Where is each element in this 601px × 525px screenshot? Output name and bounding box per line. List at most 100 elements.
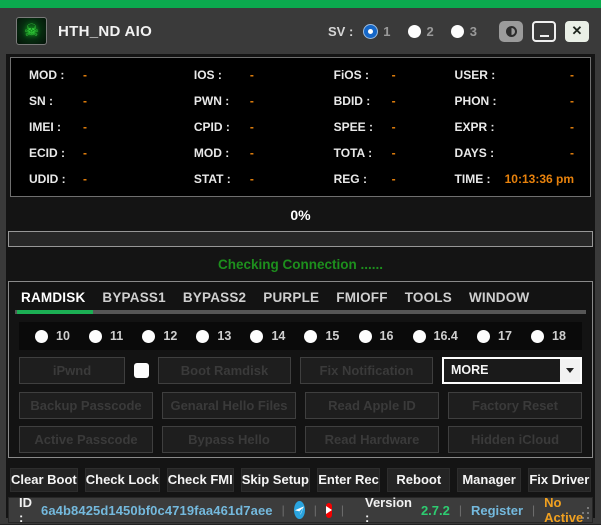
fix-driver-button[interactable]: Fix Driver <box>527 468 591 492</box>
read-hardware-button[interactable]: Read Hardware <box>305 426 439 453</box>
info-value-tota: - <box>391 146 396 160</box>
radio-icon <box>35 329 48 343</box>
active-tab-indicator <box>17 310 93 314</box>
app-skull-icon: ☠ <box>16 17 47 45</box>
info-row: PHON : - <box>455 94 574 108</box>
tab-purple[interactable]: PURPLE <box>263 290 319 305</box>
ios-radio-17-label: 17 <box>498 329 512 343</box>
read-apple-id-button[interactable]: Read Apple ID <box>305 392 439 419</box>
info-value-cpid: - <box>249 120 254 134</box>
ios-radio-15-label: 15 <box>325 329 340 343</box>
telegram-icon[interactable] <box>293 501 305 519</box>
ios-radio-11[interactable]: 11 <box>89 329 123 343</box>
ios-radio-13[interactable]: 13 <box>196 329 231 343</box>
tab-window[interactable]: WINDOW <box>469 290 529 305</box>
info-row: STAT : - <box>194 172 320 186</box>
more-dropdown[interactable]: MORE <box>442 357 582 384</box>
ios-radio-16[interactable]: 16 <box>358 329 394 343</box>
info-label-stat: STAT : <box>193 172 231 186</box>
sv-radio-2[interactable]: 2 <box>407 24 434 39</box>
check-lock-button[interactable]: Check Lock <box>84 468 160 492</box>
minimize-icon <box>539 34 549 37</box>
tab-ramdisk[interactable]: RAMDISK <box>21 290 85 305</box>
theme-toggle-button[interactable] <box>499 20 523 42</box>
separator: | <box>340 503 344 517</box>
theme-contrast-icon <box>505 25 517 37</box>
manager-button[interactable]: Manager <box>457 468 521 492</box>
dropdown-arrow-button[interactable] <box>560 359 580 382</box>
skip-setup-button[interactable]: Skip Setup <box>240 468 310 492</box>
connection-status-text: Checking Connection ...... <box>217 257 383 272</box>
info-value-expr: - <box>570 120 574 134</box>
info-value-sn: - <box>83 94 87 108</box>
genaral-hello-files-button[interactable]: Genaral Hello Files <box>162 392 296 419</box>
radio-icon <box>142 329 156 343</box>
factory-reset-button[interactable]: Factory Reset <box>448 392 582 419</box>
hwid-value: 6a4b8425d1450bf0c4719faa461d7aee <box>41 502 273 518</box>
tab-bypass1[interactable]: BYPASS1 <box>102 290 165 305</box>
fix-notification-button[interactable]: Fix Notification <box>300 357 433 384</box>
active-passcode-button[interactable]: Active Passcode <box>19 426 153 453</box>
tab-tools[interactable]: TOOLS <box>405 290 452 305</box>
hidden-icloud-button[interactable]: Hidden iCloud <box>448 426 582 453</box>
info-value-udid: - <box>83 172 87 186</box>
info-label-ios: IOS : <box>193 68 222 82</box>
ios-radio-18[interactable]: 18 <box>531 329 566 343</box>
tab-fmioff[interactable]: FMIOFF <box>336 290 387 305</box>
minimize-button[interactable] <box>532 20 556 42</box>
chevron-down-icon <box>566 368 574 373</box>
ios-radio-15[interactable]: 15 <box>304 329 339 343</box>
radio-selected-icon <box>364 24 378 38</box>
reboot-button[interactable]: Reboot <box>387 468 451 492</box>
sv-radio-3[interactable]: 3 <box>450 24 477 39</box>
info-column-2: IOS : - PWN : - CPID : - MOD : - STAT : - <box>194 68 320 186</box>
info-value-ios: - <box>249 68 254 82</box>
info-row: USER : - <box>455 68 574 82</box>
backup-passcode-button[interactable]: Backup Passcode <box>19 392 153 419</box>
enter-rec-button[interactable]: Enter Rec <box>316 468 381 492</box>
ios-radio-12[interactable]: 12 <box>142 329 177 343</box>
ios-radio-16-label: 16 <box>379 329 394 343</box>
boot-ramdisk-button[interactable]: Boot Ramdisk <box>158 357 291 384</box>
status-bar: ID : 6a4b8425d1450bf0c4719faa461d7aee | … <box>8 495 593 525</box>
version-label: Version : <box>364 495 412 525</box>
separator: | <box>313 503 317 517</box>
ios-radio-12-label: 12 <box>163 329 178 343</box>
quick-actions-row: Clear Boot Check Lock Check FMI Skip Set… <box>10 468 591 492</box>
ipwnd-button[interactable]: iPwnd <box>19 357 125 384</box>
close-button[interactable]: ✕ <box>565 20 589 42</box>
info-value-mod: - <box>83 68 87 82</box>
tab-bypass2[interactable]: BYPASS2 <box>183 290 246 305</box>
content-area: MOD : - SN : - IMEI : - ECID : - UDID : - IOS… <box>6 54 595 525</box>
radio-icon <box>250 329 264 343</box>
app-window: ☠ HTH_ND AIO SV : 1 2 3 ✕ MOD: - SN: -… <box>0 0 601 525</box>
sv-radio-1[interactable]: 1 <box>364 24 391 39</box>
ipwnd-checkbox[interactable] <box>134 363 149 378</box>
ios-radio-17[interactable]: 17 <box>477 329 512 343</box>
info-row: MOD : - <box>29 68 180 82</box>
ios-radio-14[interactable]: 14 <box>250 329 285 343</box>
clear-boot-button[interactable]: Clear Boot <box>10 468 78 492</box>
ios-radio-10[interactable]: 10 <box>35 329 70 343</box>
info-row: EXPR : - <box>455 120 574 134</box>
ios-radio-16-4-label: 16.4 <box>433 329 458 343</box>
info-row: UDID : - <box>29 172 180 186</box>
info-label-cpid: CPID : <box>193 120 230 134</box>
check-fmi-button[interactable]: Check FMI <box>166 468 234 492</box>
info-value-mod2: - <box>249 146 254 160</box>
info-label-user: USER : <box>454 68 496 82</box>
more-dropdown-value: MORE <box>451 363 489 377</box>
ios-radio-11-label: 11 <box>110 329 124 343</box>
resize-grip[interactable] <box>581 505 589 519</box>
separator: | <box>458 503 462 517</box>
youtube-icon[interactable] <box>325 502 332 518</box>
info-row: ECID : - <box>29 146 180 160</box>
info-value-pwn: - <box>249 94 254 108</box>
info-row: REG : - <box>334 172 441 186</box>
info-row: DAYS : - <box>455 146 574 160</box>
register-link[interactable]: Register <box>471 503 523 518</box>
info-row: CPID : - <box>194 120 320 134</box>
bypass-hello-button[interactable]: Bypass Hello <box>162 426 296 453</box>
id-label: ID : <box>19 495 32 525</box>
ios-radio-16-4[interactable]: 16.4 <box>412 329 458 343</box>
